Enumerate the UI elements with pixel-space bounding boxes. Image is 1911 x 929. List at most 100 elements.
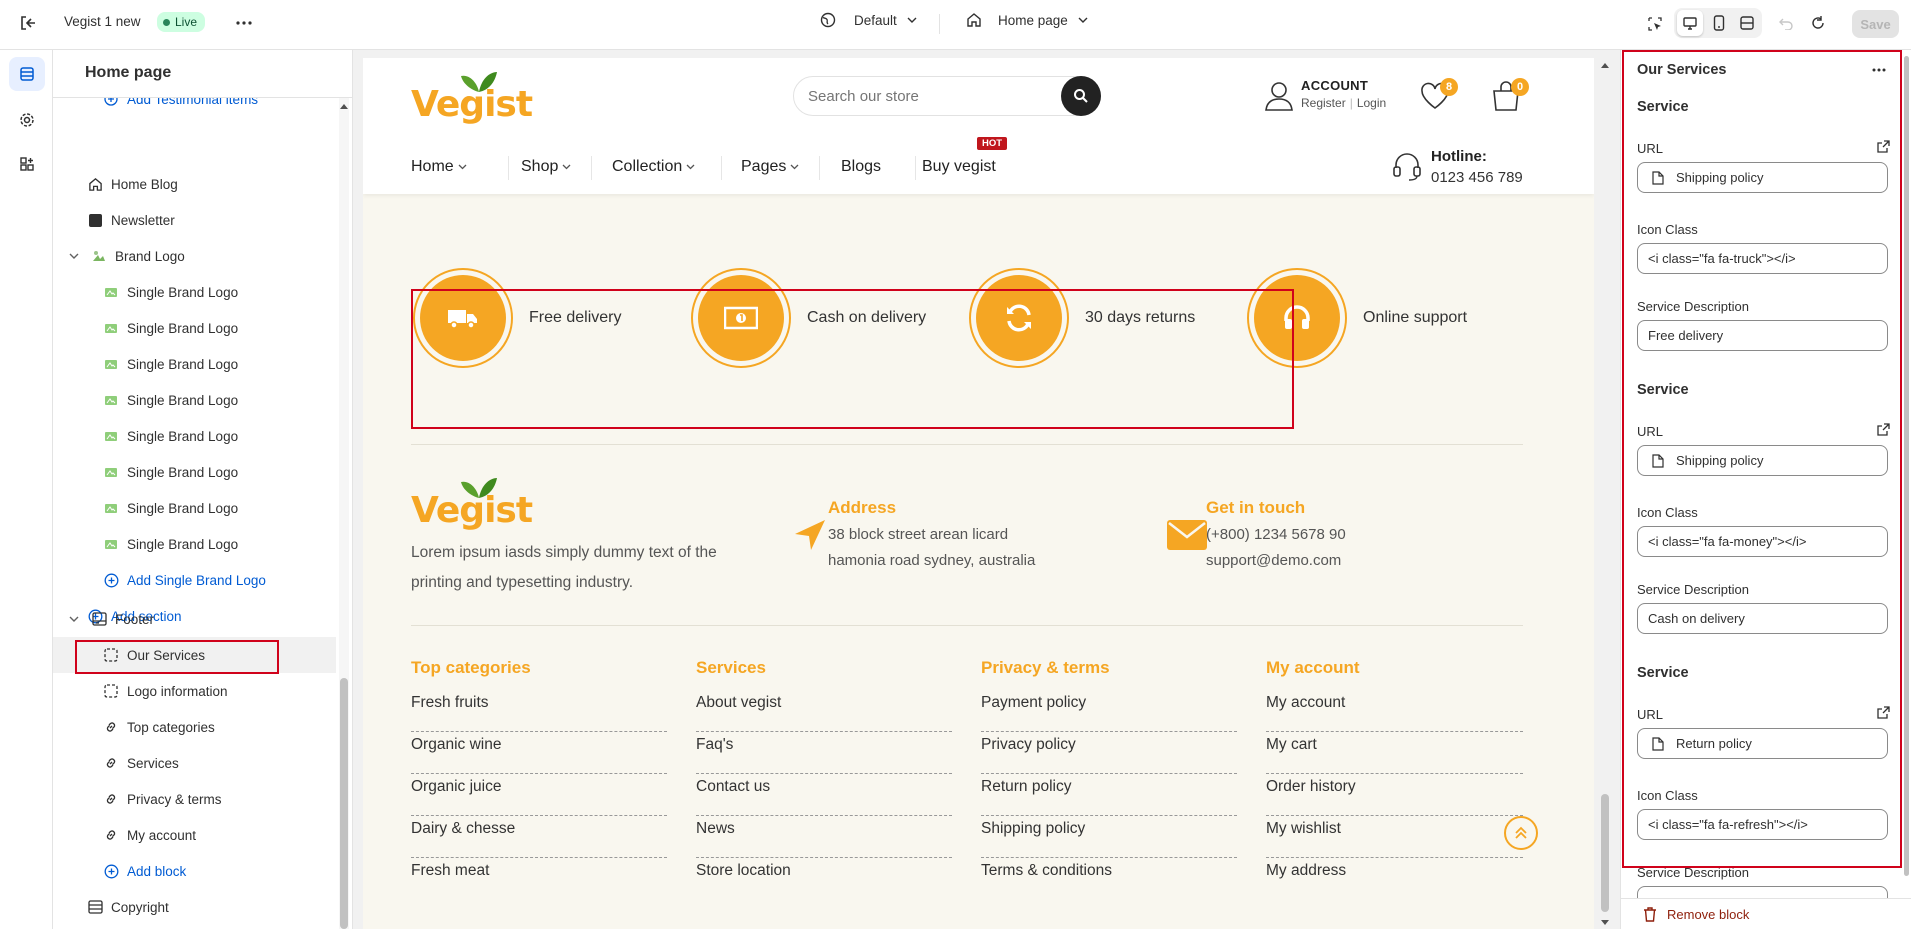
footer-link[interactable]: About vegist: [696, 690, 952, 732]
footer-link[interactable]: Order history: [1266, 774, 1523, 816]
footer-block-item[interactable]: My account: [53, 817, 336, 853]
sections-nav-button[interactable]: [9, 57, 45, 91]
footer-link[interactable]: Dairy & chesse: [411, 816, 667, 858]
footer-link[interactable]: My address: [1266, 858, 1523, 900]
nav-blogs[interactable]: Blogs: [841, 158, 881, 176]
nav-collection[interactable]: Collection: [612, 158, 695, 176]
redo-button[interactable]: [1806, 11, 1830, 35]
wishlist-button[interactable]: 8: [1420, 78, 1458, 114]
url-picker[interactable]: Shipping policy: [1637, 162, 1888, 193]
fullwidth-view-button[interactable]: [1734, 10, 1760, 36]
footer-block-item[interactable]: Privacy & terms: [53, 781, 336, 817]
footer-link[interactable]: News: [696, 816, 952, 858]
scrollbar-thumb[interactable]: [1904, 56, 1909, 876]
service-item[interactable]: Cash on delivery: [691, 268, 926, 368]
footer-link[interactable]: My wishlist: [1266, 816, 1523, 858]
tree-item[interactable]: Single Brand Logo: [53, 454, 336, 490]
tree-item[interactable]: Newsletter: [53, 202, 336, 238]
tree-item[interactable]: Single Brand Logo: [53, 490, 336, 526]
undo-button[interactable]: [1774, 11, 1798, 35]
sections-scrollbar[interactable]: [339, 98, 349, 929]
footer-link[interactable]: Organic wine: [411, 732, 667, 774]
tree-item[interactable]: Single Brand Logo: [53, 526, 336, 562]
contact-email[interactable]: support@demo.com: [1206, 552, 1341, 569]
footer-block-item[interactable]: Top categories: [53, 709, 336, 745]
tree-item[interactable]: Single Brand Logo: [53, 274, 336, 310]
search-button[interactable]: [1061, 76, 1101, 116]
footer-link[interactable]: Store location: [696, 858, 952, 900]
footer-link[interactable]: My account: [1266, 690, 1523, 732]
block-more-button[interactable]: [1867, 60, 1891, 80]
register-link[interactable]: Register: [1301, 96, 1346, 110]
account-link[interactable]: ACCOUNT Register | Login: [1263, 78, 1393, 118]
nav-buy-vegist[interactable]: Buy vegist: [922, 158, 996, 176]
save-button[interactable]: Save: [1852, 10, 1899, 38]
site-logo[interactable]: Vegist: [411, 68, 533, 125]
scroll-to-top-button[interactable]: [1504, 816, 1538, 850]
cart-button[interactable]: 0: [1491, 78, 1529, 114]
footer-link[interactable]: Shipping policy: [981, 816, 1237, 858]
footer-link[interactable]: Fresh meat: [411, 858, 667, 900]
icon-class-input[interactable]: <i class="fa fa-refresh"></i>: [1637, 809, 1888, 840]
tree-item[interactable]: Single Brand Logo: [53, 310, 336, 346]
footer-link[interactable]: Organic juice: [411, 774, 667, 816]
open-link-button[interactable]: [1877, 706, 1890, 719]
tree-item[interactable]: Brand Logo: [53, 238, 336, 274]
footer-link[interactable]: Return policy: [981, 774, 1237, 816]
nav-shop[interactable]: Shop: [521, 158, 571, 176]
contact-phone[interactable]: (+800) 1234 5678 90: [1206, 526, 1346, 543]
login-link[interactable]: Login: [1357, 96, 1386, 110]
apps-nav-button[interactable]: [9, 147, 45, 181]
url-picker[interactable]: Shipping policy: [1637, 445, 1888, 476]
preview-scrollbar[interactable]: [1598, 58, 1612, 929]
footer-link[interactable]: Contact us: [696, 774, 952, 816]
hotline-number: 0123 456 789: [1431, 169, 1523, 186]
service-item[interactable]: Free delivery: [413, 268, 621, 368]
footer-group[interactable]: Footer: [53, 601, 336, 637]
service-item[interactable]: 30 days returns: [969, 268, 1195, 368]
page-selector[interactable]: Home page: [966, 12, 1088, 28]
footer-block-item[interactable]: Logo information: [53, 673, 336, 709]
footer-link[interactable]: My cart: [1266, 732, 1523, 774]
desktop-view-button[interactable]: [1677, 10, 1703, 36]
exit-button[interactable]: [16, 11, 40, 35]
search-input[interactable]: [808, 85, 1048, 107]
nav-home[interactable]: Home: [411, 158, 467, 176]
redo-icon: [1812, 16, 1824, 29]
theme-selector[interactable]: Default: [820, 12, 917, 28]
footer-block-item[interactable]: Our Services: [53, 637, 336, 673]
add-block-button[interactable]: Add block: [53, 853, 336, 889]
footer-block-label: Services: [127, 755, 179, 771]
footer-link[interactable]: Faq's: [696, 732, 952, 774]
add-item-button[interactable]: Add Single Brand Logo: [53, 562, 336, 598]
tree-item[interactable]: Single Brand Logo: [53, 346, 336, 382]
footer-link[interactable]: Payment policy: [981, 690, 1237, 732]
icon-class-input[interactable]: <i class="fa fa-truck"></i>: [1637, 243, 1888, 274]
service-description-input[interactable]: Cash on delivery: [1637, 603, 1888, 634]
scrollbar-thumb[interactable]: [340, 678, 348, 929]
open-link-button[interactable]: [1877, 423, 1890, 436]
url-picker[interactable]: Return policy: [1637, 728, 1888, 759]
footer-link[interactable]: Fresh fruits: [411, 690, 667, 732]
mobile-view-button[interactable]: [1706, 10, 1732, 36]
tree-item[interactable]: Single Brand Logo: [53, 418, 336, 454]
tree-item[interactable]: Home Blog: [53, 166, 336, 202]
store-name[interactable]: Vegist 1 new: [64, 14, 141, 29]
inspector-button[interactable]: [1642, 11, 1668, 37]
more-actions-button[interactable]: [231, 11, 257, 35]
scrollbar-thumb[interactable]: [1601, 794, 1609, 912]
service-description-label: Service Description: [1637, 582, 1749, 597]
footer-link[interactable]: Terms & conditions: [981, 858, 1237, 900]
theme-settings-nav-button[interactable]: [9, 103, 45, 137]
tree-item[interactable]: Single Brand Logo: [53, 382, 336, 418]
nav-pages[interactable]: Pages: [741, 158, 799, 176]
icon-class-input[interactable]: <i class="fa fa-money"></i>: [1637, 526, 1888, 557]
copyright-section[interactable]: Copyright: [53, 889, 336, 925]
footer-block-item[interactable]: Services: [53, 745, 336, 781]
open-link-button[interactable]: [1877, 140, 1890, 153]
footer-link[interactable]: Privacy policy: [981, 732, 1237, 774]
remove-block-button[interactable]: Remove block: [1643, 907, 1749, 922]
service-item[interactable]: Online support: [1247, 268, 1467, 368]
service-description-input[interactable]: Free delivery: [1637, 320, 1888, 351]
settings-scrollbar[interactable]: [1904, 50, 1911, 898]
